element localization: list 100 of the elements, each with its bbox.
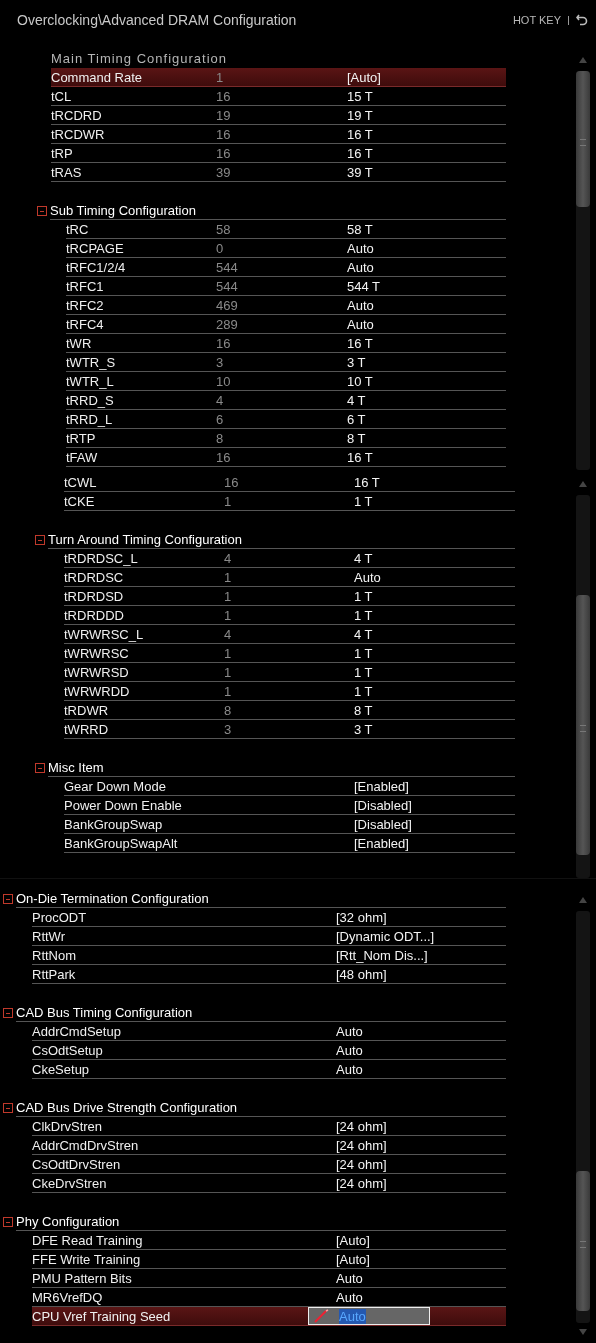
- collapse-icon[interactable]: [35, 762, 45, 773]
- setting-name: tWRWRDD: [64, 683, 130, 699]
- section-header: Misc Item: [48, 759, 104, 775]
- setting-row[interactable]: tWRWRSD 1 1 T: [64, 663, 515, 682]
- setting-row[interactable]: tWRWRSC 1 1 T: [64, 644, 515, 663]
- setting-name: PMU Pattern Bits: [32, 1270, 132, 1286]
- setting-value: 16 T: [347, 449, 374, 465]
- setting-row[interactable]: tWRWRDD 1 1 T: [64, 682, 515, 701]
- setting-row[interactable]: CkeSetup Auto: [32, 1060, 506, 1079]
- setting-value: 1 T: [354, 664, 374, 680]
- setting-row[interactable]: CsOdtSetup Auto: [32, 1041, 506, 1060]
- setting-row[interactable]: tCL 16 15 T: [51, 87, 506, 106]
- setting-name: CsOdtDrvStren: [32, 1156, 121, 1172]
- setting-row[interactable]: tRC 58 58 T: [66, 220, 506, 239]
- setting-row[interactable]: AddrCmdSetup Auto: [32, 1022, 506, 1041]
- setting-row[interactable]: ProcODT [32 ohm]: [32, 908, 506, 927]
- setting-row[interactable]: tCKE 1 1 T: [64, 492, 515, 511]
- setting-row[interactable]: tRFC4 289 Auto: [66, 315, 506, 334]
- setting-row[interactable]: BankGroupSwap [Disabled]: [64, 815, 515, 834]
- setting-name: BankGroupSwapAlt: [64, 835, 178, 851]
- pencil-icon: [313, 1309, 329, 1323]
- setting-row[interactable]: ClkDrvStren [24 ohm]: [32, 1117, 506, 1136]
- setting-row[interactable]: RttWr [Dynamic ODT...]: [32, 927, 506, 946]
- setting-name: RttWr: [32, 928, 65, 944]
- back-icon[interactable]: [576, 14, 588, 26]
- setting-name: tWTR_S: [66, 354, 116, 370]
- setting-row[interactable]: Gear Down Mode [Enabled]: [64, 777, 515, 796]
- setting-row[interactable]: tRFC1/2/4 544 Auto: [66, 258, 506, 277]
- default-value: 0: [216, 240, 225, 256]
- setting-row[interactable]: CsOdtDrvStren [24 ohm]: [32, 1155, 506, 1174]
- default-value: 1: [224, 645, 233, 661]
- setting-row[interactable]: tRRD_S 4 4 T: [66, 391, 506, 410]
- setting-value: 544 T: [347, 278, 381, 294]
- collapse-icon[interactable]: [3, 1007, 13, 1018]
- setting-row[interactable]: tRRD_L 6 6 T: [66, 410, 506, 429]
- default-value: 16: [224, 474, 240, 490]
- section-header: Main Timing Configuration: [51, 51, 228, 66]
- setting-row[interactable]: AddrCmdDrvStren [24 ohm]: [32, 1136, 506, 1155]
- setting-row[interactable]: RttPark [48 ohm]: [32, 965, 506, 984]
- setting-name: FFE Write Training: [32, 1251, 141, 1267]
- setting-value: 39 T: [347, 164, 374, 180]
- setting-name: AddrCmdSetup: [32, 1023, 121, 1039]
- setting-row[interactable]: RttNom [Rtt_Nom Dis...]: [32, 946, 506, 965]
- default-value: 19: [216, 107, 232, 123]
- setting-row[interactable]: tWTR_L 10 10 T: [66, 372, 506, 391]
- setting-name: DFE Read Training: [32, 1232, 143, 1248]
- hot-key-button[interactable]: HOT KEY: [512, 14, 561, 26]
- setting-value: 16 T: [354, 474, 381, 490]
- setting-name: CsOdtSetup: [32, 1042, 103, 1058]
- setting-name: tRFC4: [66, 316, 104, 332]
- default-value: 1: [224, 607, 233, 623]
- setting-value: 4 T: [354, 550, 374, 566]
- default-value: 8: [216, 430, 225, 446]
- setting-row[interactable]: Power Down Enable [Disabled]: [64, 796, 515, 815]
- setting-row[interactable]: DFE Read Training [Auto]: [32, 1231, 506, 1250]
- setting-row[interactable]: tRP 16 16 T: [51, 144, 506, 163]
- setting-name: Gear Down Mode: [64, 778, 166, 794]
- setting-row[interactable]: PMU Pattern Bits Auto: [32, 1269, 506, 1288]
- setting-row[interactable]: tRCPAGE 0 Auto: [66, 239, 506, 258]
- setting-value: Auto: [336, 1061, 364, 1077]
- setting-row[interactable]: tRFC2 469 Auto: [66, 296, 506, 315]
- setting-value: Auto: [347, 240, 375, 256]
- setting-row[interactable]: tRFC1 544 544 T: [66, 277, 506, 296]
- collapse-icon[interactable]: [3, 1216, 13, 1227]
- setting-row[interactable]: tRDRDDD 1 1 T: [64, 606, 515, 625]
- setting-row[interactable]: tWRWRSC_L 4 4 T: [64, 625, 515, 644]
- setting-value: 58 T: [347, 221, 374, 237]
- setting-value: 6 T: [347, 411, 367, 427]
- setting-row[interactable]: tRCDWR 16 16 T: [51, 125, 506, 144]
- setting-row[interactable]: tRAS 39 39 T: [51, 163, 506, 182]
- setting-row[interactable]: tWR 16 16 T: [66, 334, 506, 353]
- setting-name: tRFC1/2/4: [66, 259, 126, 275]
- setting-row[interactable]: tRDRDSC 1 Auto: [64, 568, 515, 587]
- setting-row[interactable]: Command Rate 1 [Auto]: [51, 68, 506, 87]
- setting-value: [Disabled]: [354, 797, 413, 813]
- collapse-icon[interactable]: [3, 893, 13, 904]
- setting-name: tRCDWR: [51, 126, 105, 142]
- setting-row[interactable]: tWRRD 3 3 T: [64, 720, 515, 739]
- setting-row[interactable]: tWTR_S 3 3 T: [66, 353, 506, 372]
- section-header: CAD Bus Timing Configuration: [16, 1004, 193, 1020]
- setting-row[interactable]: CPU Vref Training Seed Auto: [32, 1307, 506, 1326]
- setting-value: 1 T: [354, 493, 374, 509]
- setting-row[interactable]: tCWL 16 16 T: [64, 473, 515, 492]
- setting-row[interactable]: tRDWR 8 8 T: [64, 701, 515, 720]
- setting-row[interactable]: tRDRDSC_L 4 4 T: [64, 549, 515, 568]
- setting-row[interactable]: tRDRDSD 1 1 T: [64, 587, 515, 606]
- collapse-icon[interactable]: [35, 534, 45, 545]
- setting-row[interactable]: tRTP 8 8 T: [66, 429, 506, 448]
- default-value: 16: [216, 88, 232, 104]
- collapse-icon[interactable]: [3, 1102, 13, 1113]
- default-value: 289: [216, 316, 239, 332]
- setting-row[interactable]: CkeDrvStren [24 ohm]: [32, 1174, 506, 1193]
- setting-row[interactable]: tRCDRD 19 19 T: [51, 106, 506, 125]
- setting-row[interactable]: tFAW 16 16 T: [66, 448, 506, 467]
- setting-row[interactable]: FFE Write Training [Auto]: [32, 1250, 506, 1269]
- setting-name: tRDRDSC_L: [64, 550, 138, 566]
- setting-value: [Auto]: [347, 69, 382, 85]
- setting-row[interactable]: BankGroupSwapAlt [Enabled]: [64, 834, 515, 853]
- setting-name: tWR: [66, 335, 92, 351]
- collapse-icon[interactable]: [37, 205, 47, 216]
